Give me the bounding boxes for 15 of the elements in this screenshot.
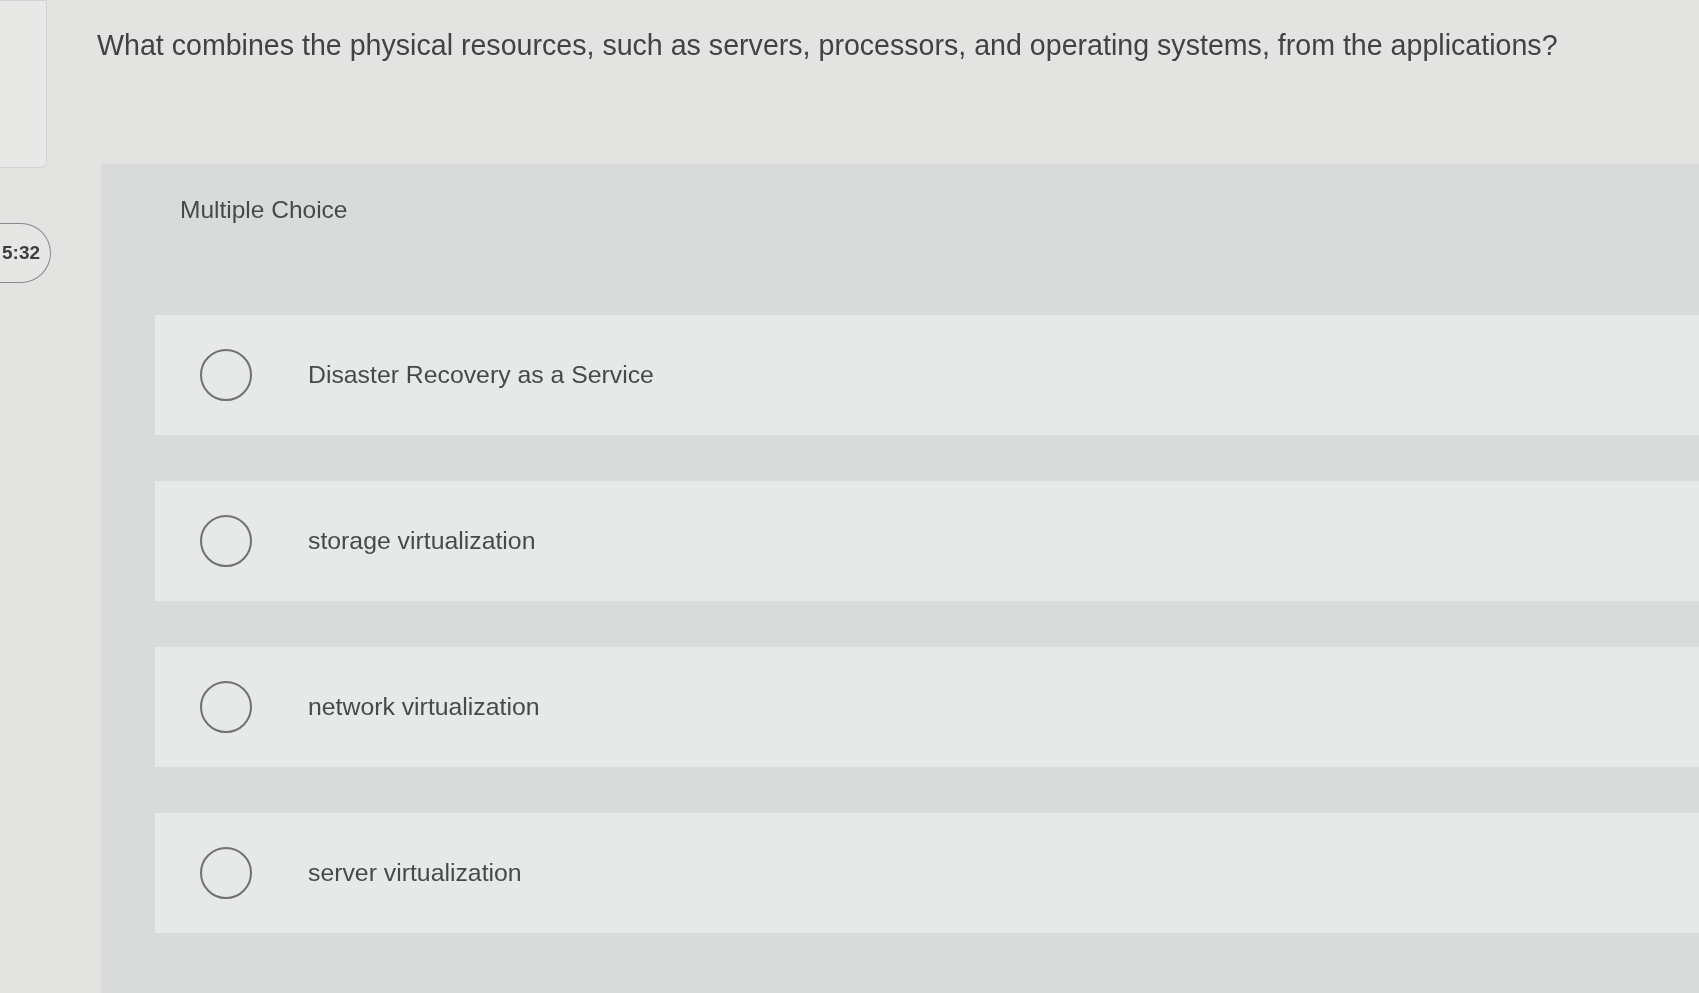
option-label: network virtualization	[308, 692, 540, 722]
answer-option[interactable]: network virtualization	[155, 647, 1699, 767]
radio-button[interactable]	[200, 847, 252, 899]
option-label: storage virtualization	[308, 526, 536, 556]
answer-option[interactable]: server virtualization	[155, 813, 1699, 933]
answer-option[interactable]: Disaster Recovery as a Service	[155, 315, 1699, 435]
answer-option[interactable]: storage virtualization	[155, 481, 1699, 601]
timer-pill: 5:32	[0, 223, 51, 283]
option-label: server virtualization	[308, 858, 522, 888]
question-text: What combines the physical resources, such as servers, processors, and operating systems, from the applications?	[97, 28, 1559, 62]
question-type-label: Multiple Choice	[180, 195, 348, 225]
radio-button[interactable]	[200, 515, 252, 567]
option-label: Disaster Recovery as a Service	[308, 360, 654, 390]
radio-button[interactable]	[200, 681, 252, 733]
radio-button[interactable]	[200, 349, 252, 401]
